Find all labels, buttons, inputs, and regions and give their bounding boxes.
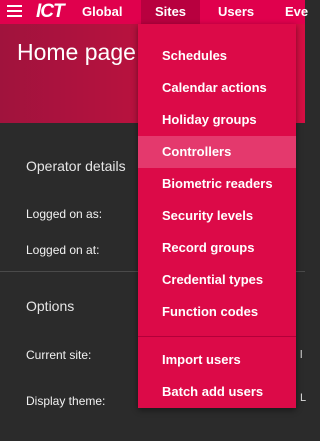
top-nav-bar: ICT Global Sites Users Eve	[0, 0, 308, 24]
hamburger-menu-icon[interactable]	[7, 5, 22, 17]
menu-item-batch-add-users[interactable]: Batch add users	[138, 376, 296, 408]
menu-item-schedules[interactable]: Schedules	[138, 40, 296, 72]
menu-item-biometric-readers[interactable]: Biometric readers	[138, 168, 296, 200]
menu-item-security-levels[interactable]: Security levels	[138, 200, 296, 232]
nav-sites[interactable]: Sites	[141, 0, 200, 24]
menu-item-credential-types[interactable]: Credential types	[138, 264, 296, 296]
current-site-label: Current site:	[26, 348, 92, 362]
operator-details-heading: Operator details	[26, 158, 126, 174]
menu-item-record-groups[interactable]: Record groups	[138, 232, 296, 264]
sites-dropdown-menu: Schedules Calendar actions Holiday group…	[138, 24, 296, 408]
current-site-value-edge[interactable]: l	[300, 349, 302, 361]
page-title: Home page	[17, 39, 136, 65]
menu-item-controllers[interactable]: Controllers	[138, 136, 296, 168]
logged-on-at-label: Logged on at:	[26, 243, 100, 257]
display-theme-label: Display theme:	[26, 394, 106, 408]
menu-item-holiday-groups[interactable]: Holiday groups	[138, 104, 296, 136]
nav-users[interactable]: Users	[218, 0, 254, 24]
ict-logo[interactable]: ICT	[36, 2, 65, 22]
menu-item-import-users[interactable]: Import users	[138, 344, 296, 376]
menu-item-calendar-actions[interactable]: Calendar actions	[138, 72, 296, 104]
options-heading: Options	[26, 298, 75, 314]
nav-global[interactable]: Global	[82, 0, 122, 24]
logged-on-as-label: Logged on as:	[26, 207, 103, 221]
display-theme-value-edge[interactable]: L	[300, 392, 306, 404]
menu-divider	[138, 336, 296, 337]
nav-events[interactable]: Eve	[285, 0, 308, 24]
menu-item-function-codes[interactable]: Function codes	[138, 296, 296, 328]
